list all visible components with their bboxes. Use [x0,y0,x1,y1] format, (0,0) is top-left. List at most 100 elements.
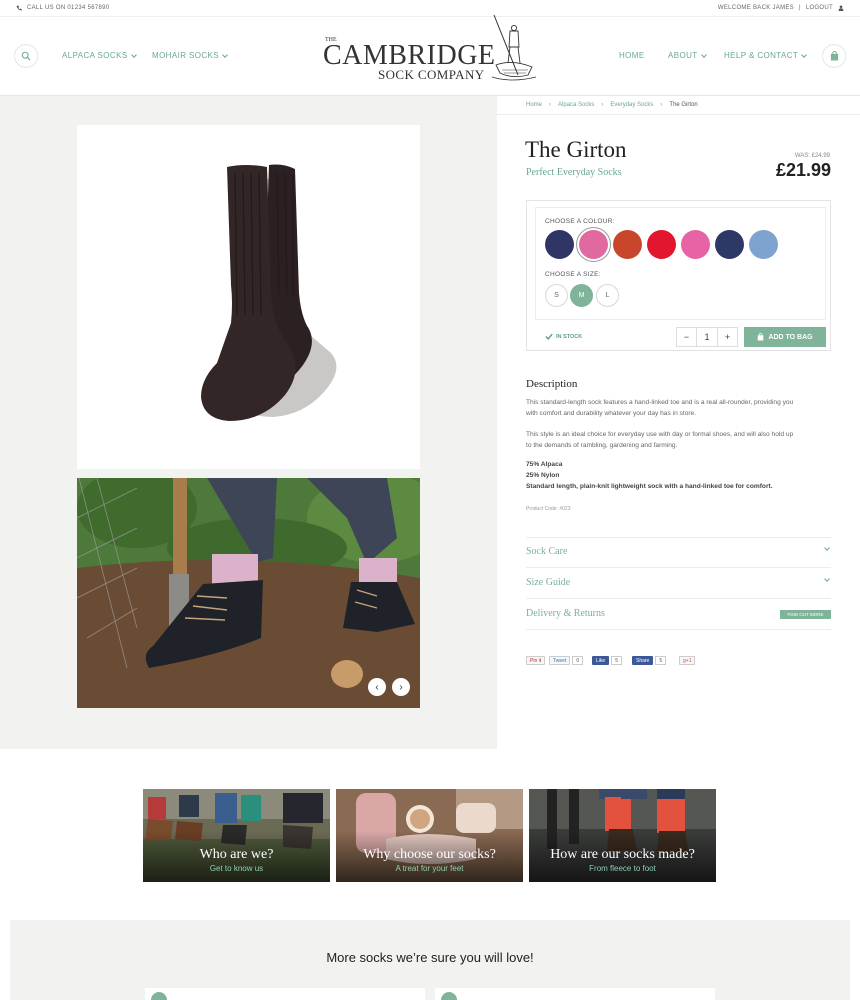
promo-title: How are our socks made? [550,847,695,862]
description-heading: Description [526,378,578,390]
size-option-m[interactable]: M [570,284,593,307]
text-line: with comfort and durability whatever you… [526,409,697,417]
slider-prev-button[interactable]: ‹ [368,678,386,696]
chevron-down-icon [700,51,707,58]
breadcrumb-current: The Girton [669,102,698,108]
product-price: £21.99 [775,160,831,180]
qty-minus-button[interactable]: − [676,327,697,347]
phone-info: CALL US ON 01234 567890 [16,5,109,11]
colour-swatch[interactable] [613,230,642,259]
tweet-count: 0 [572,656,584,665]
promo-why-choose[interactable]: Why choose our socks? A treat for your f… [336,789,523,882]
tweet-button[interactable]: Tweet [549,656,571,665]
user-icon[interactable] [838,5,844,11]
more-socks-section: More socks we’re sure you will love! [10,920,850,1000]
size-option-l[interactable]: L [596,284,619,307]
stock-text: IN STOCK [556,333,583,340]
nav-label: ALPACA SOCKS [62,51,128,60]
social-pinterest[interactable]: Pin it [526,656,546,665]
gplus-button[interactable]: g+1 [679,656,696,665]
accordion-sock-care[interactable]: Sock Care [526,545,831,557]
lifestyle-photo[interactable]: ‹ › [77,478,420,708]
search-button[interactable] [14,44,38,68]
product-card[interactable] [435,988,715,1000]
nav-help-contact[interactable]: HELP & CONTACT [724,51,808,60]
logout-link[interactable]: LOGOUT [806,5,833,11]
social-facebook-like[interactable]: Like 5 [592,656,622,665]
phone-icon [16,5,22,11]
product-card[interactable] [145,988,425,1000]
breadcrumb-home[interactable]: Home [526,102,542,108]
site-logo[interactable]: THE CAMBRIDGE SOCK COMPANY [320,14,540,91]
slider-next-button[interactable]: › [392,678,410,696]
colour-label: CHOOSE A COLOUR: [545,218,615,225]
nav-alpaca-socks[interactable]: ALPACA SOCKS [62,51,137,60]
accordion-label: Sock Care [526,546,568,557]
accordion-size-guide[interactable]: Size Guide [526,576,831,588]
colour-swatch[interactable] [715,230,744,259]
product-title: The Girton [525,137,627,162]
shopping-bag-icon [758,333,764,341]
nav-about[interactable]: ABOUT [668,51,707,60]
divider [526,629,831,630]
promo-subtitle: Get to know us [209,864,264,873]
accordion-label: Size Guide [526,577,571,588]
share-button[interactable]: Share [632,656,654,665]
colour-swatch[interactable] [749,230,778,259]
nav-label: HELP & CONTACT [724,51,799,60]
social-google-plus[interactable]: g+1 [679,656,696,665]
divider [526,567,831,568]
promo-who-are-we[interactable]: Who are we? Get to know us [143,789,330,882]
stock-status: IN STOCK [545,333,582,340]
top-bar: CALL US ON 01234 567890 WELCOME BACK JAM… [0,0,860,17]
breadcrumb-everyday[interactable]: Everyday Socks [610,102,653,108]
add-to-bag-button[interactable]: ADD TO BAG [744,327,826,347]
qty-plus-button[interactable]: + [717,327,738,347]
breadcrumb-sep: › [660,102,663,108]
add-to-bag-label: ADD TO BAG [768,333,813,341]
promo-how-made[interactable]: How are our socks made? From fleece to f… [529,789,716,882]
breadcrumb-sep: › [601,102,604,108]
nav-mohair-socks[interactable]: MOHAIR SOCKS [152,51,228,60]
badge-icon [151,992,167,1000]
divider [526,537,831,538]
qty-input[interactable]: 1 [696,327,718,347]
spec-alpaca: 75% Alpaca [526,461,563,468]
breadcrumb-sep: › [549,102,552,108]
nav-label: MOHAIR SOCKS [152,51,220,60]
product-gallery: ‹ › [0,96,497,749]
colour-swatch[interactable] [681,230,710,259]
description-para-2: This style is an ideal choice for everyd… [526,430,831,451]
chevron-left-icon: ‹ [375,681,379,693]
search-icon [21,51,31,61]
breadcrumb-alpaca[interactable]: Alpaca Socks [558,102,594,108]
check-icon [545,333,553,340]
pinterest-button[interactable]: Pin it [526,656,546,665]
like-button[interactable]: Like [592,656,610,665]
more-socks-heading: More socks we’re sure you will love! [326,950,534,965]
bag-button[interactable] [822,44,846,68]
chevron-down-icon [801,51,808,58]
nav-home[interactable]: HOME [619,51,645,60]
colour-swatch[interactable] [579,230,608,259]
accordion-label: Delivery & Returns [526,608,605,619]
breadcrumb: Home › Alpaca Socks › Everyday Socks › The … [526,102,698,108]
chevron-right-icon: › [399,681,403,693]
promo-title: Who are we? [199,847,274,862]
social-twitter[interactable]: Tweet 0 [549,656,584,665]
punter-icon [491,14,537,81]
spec-nylon: 25% Nylon [526,472,560,479]
social-facebook-share[interactable]: Share 5 [632,656,667,665]
welcome-text: WELCOME BACK JAMES [717,5,794,11]
size-option-s[interactable]: S [545,284,568,307]
colour-swatch[interactable] [647,230,676,259]
site-header: ALPACA SOCKS MOHAIR SOCKS THE CAMBRIDGE … [0,14,860,96]
account-links: WELCOME BACK JAMES | LOGOUT [718,5,844,11]
colour-swatch[interactable] [545,230,574,259]
product-subtitle: Perfect Everyday Socks [526,167,622,178]
chevron-down-icon [130,51,137,58]
product-image[interactable] [77,125,420,469]
nav-label: HOME [619,51,645,60]
find-out-more-button[interactable]: FIND OUT MORE [780,610,831,619]
product-code: Product Code: #023 [526,506,571,512]
